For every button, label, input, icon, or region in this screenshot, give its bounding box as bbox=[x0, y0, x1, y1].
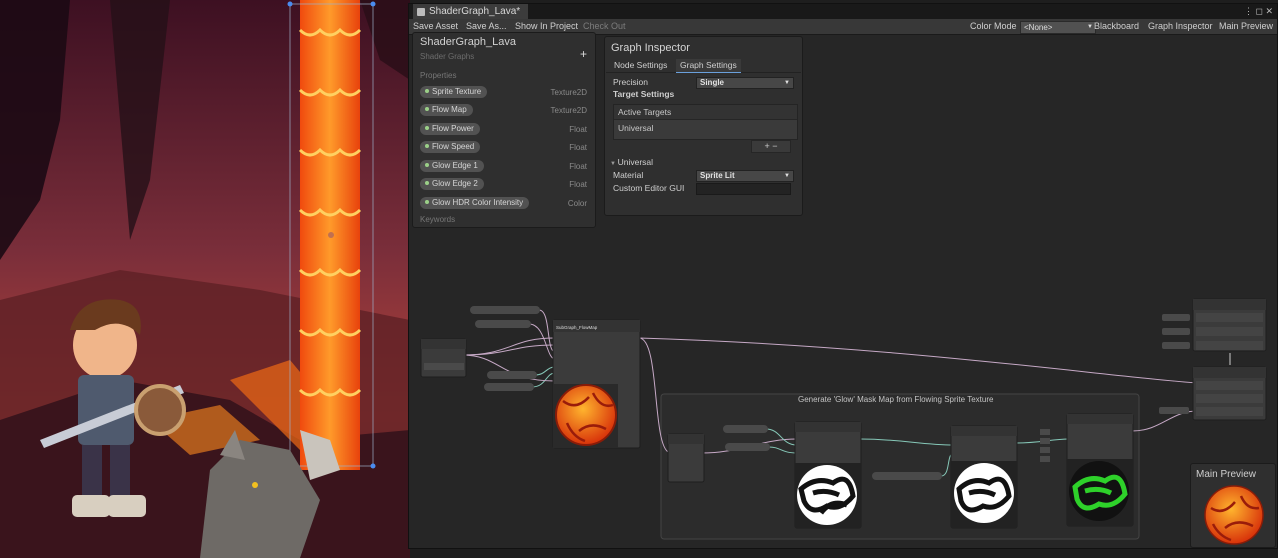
tab-node-settings[interactable]: Node Settings bbox=[610, 59, 671, 72]
custom-editor-gui-field[interactable] bbox=[696, 183, 791, 195]
add-remove-target-buttons[interactable]: + − bbox=[751, 140, 791, 153]
subgraph-flowmap-node: SubGraph_FlowMap bbox=[552, 319, 641, 449]
main-preview-title: Main Preview bbox=[1196, 469, 1257, 480]
add-property-button[interactable]: + bbox=[580, 47, 587, 61]
property-type: Float bbox=[569, 143, 587, 152]
property-dot-icon bbox=[425, 126, 429, 130]
main-preview-sphere[interactable] bbox=[1203, 484, 1265, 546]
uv-node bbox=[420, 338, 467, 378]
tab-graph-settings[interactable]: Graph Settings bbox=[676, 59, 741, 73]
target-settings-heading: Target Settings bbox=[613, 89, 675, 99]
property-pill[interactable]: Glow HDR Color Intensity bbox=[420, 197, 530, 209]
property-dot-icon bbox=[425, 163, 429, 167]
blackboard-subtitle: Shader Graphs bbox=[420, 52, 475, 61]
property-type: Color bbox=[567, 199, 587, 208]
material-label: Material bbox=[613, 170, 644, 180]
graph-inspector-panel: Graph Inspector Node Settings Graph Sett… bbox=[604, 36, 803, 216]
main-preview-panel: Main Preview bbox=[1190, 463, 1276, 548]
property-dot-icon bbox=[425, 144, 429, 148]
property-type: Texture2D bbox=[550, 88, 587, 97]
property-pill[interactable]: Sprite Texture bbox=[420, 86, 488, 98]
property-pill[interactable]: Glow Edge 2 bbox=[420, 178, 484, 190]
property-dot-icon bbox=[425, 89, 429, 93]
caret-down-icon: ▼ bbox=[610, 161, 618, 167]
property-type: Float bbox=[569, 180, 587, 189]
chevron-down-icon: ▼ bbox=[784, 80, 790, 86]
blackboard-panel: ShaderGraph_Lava Shader Graphs + Propert… bbox=[412, 32, 596, 228]
split-node bbox=[667, 433, 705, 483]
custom-editor-gui-label: Custom Editor GUI bbox=[613, 183, 685, 193]
active-targets-list: Active Targets Universal bbox=[613, 104, 798, 140]
property-dot-icon bbox=[425, 181, 429, 185]
universal-section-header[interactable]: ▼ Universal bbox=[610, 157, 653, 167]
property-type: Float bbox=[569, 125, 587, 134]
properties-header: Properties bbox=[420, 71, 457, 80]
blackboard-title: ShaderGraph_Lava bbox=[420, 36, 517, 48]
keywords-header: Keywords bbox=[420, 215, 456, 224]
multiply-node bbox=[950, 425, 1018, 529]
material-value: Sprite Lit bbox=[700, 171, 735, 180]
graph-inspector-tabs: Node Settings Graph Settings bbox=[606, 59, 801, 73]
property-pill[interactable]: Flow Power bbox=[420, 123, 480, 135]
precision-dropdown[interactable]: Single ▼ bbox=[696, 77, 794, 89]
material-dropdown[interactable]: Sprite Lit ▼ bbox=[696, 170, 794, 182]
fragment-master-node bbox=[1192, 366, 1267, 421]
property-type: Float bbox=[569, 162, 587, 171]
property-dot-icon bbox=[425, 107, 429, 111]
property-type: Texture2D bbox=[550, 106, 587, 115]
property-pill[interactable]: Flow Map bbox=[420, 104, 473, 116]
property-dot-icon bbox=[425, 200, 429, 204]
graph-group-title[interactable]: Generate 'Glow' Mask Map from Flowing Sp… bbox=[798, 395, 993, 404]
precision-label: Precision bbox=[613, 77, 648, 87]
property-pill[interactable]: Flow Speed bbox=[420, 141, 481, 153]
active-targets-header: Active Targets bbox=[614, 105, 797, 120]
property-pill[interactable]: Glow Edge 1 bbox=[420, 160, 484, 172]
shader-graph-window: ShaderGraph_Lava* ⋮ ◻ ✕ Save Asset Save … bbox=[408, 3, 1278, 549]
vertex-master-node bbox=[1192, 298, 1267, 352]
target-list-item[interactable]: Universal bbox=[618, 123, 653, 133]
smoothstep-node bbox=[794, 421, 862, 529]
graph-inspector-title: Graph Inspector bbox=[611, 42, 690, 54]
subgraph-node-title: SubGraph_FlowMap bbox=[556, 325, 598, 330]
precision-value: Single bbox=[700, 78, 725, 87]
chevron-down-icon: ▼ bbox=[784, 173, 790, 179]
